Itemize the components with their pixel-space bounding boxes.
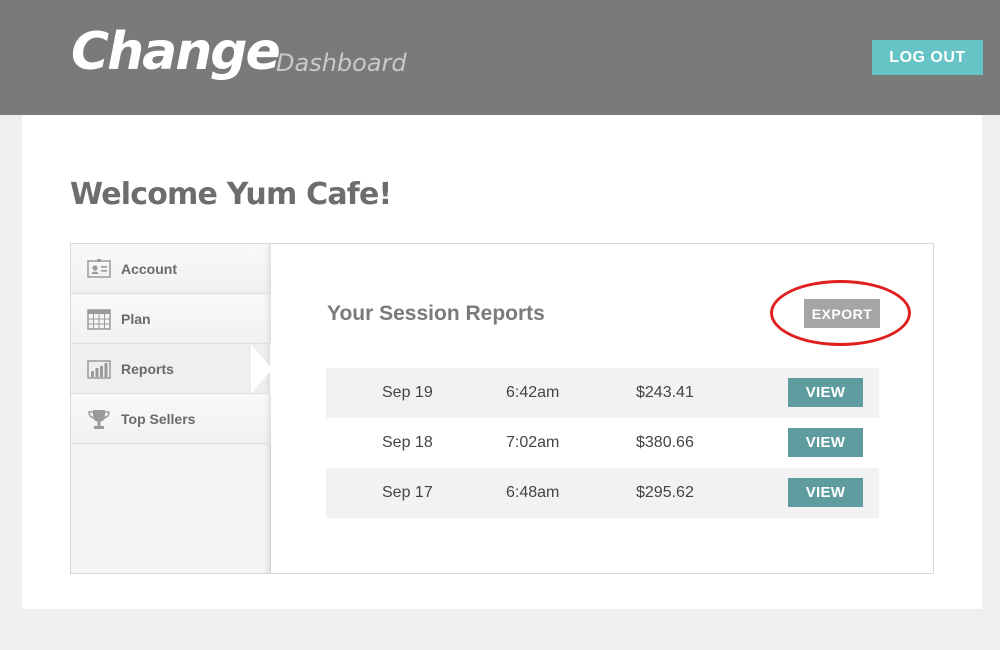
top-bar: Change Dashboard LOG OUT [0,0,1000,115]
sidebar-item-top-sellers[interactable]: Top Sellers [71,394,271,444]
sidebar-item-label: Reports [121,361,174,377]
section-title: Your Session Reports [327,302,545,325]
report-amount: $243.41 [636,384,694,401]
bar-chart-icon [87,360,111,379]
sidebar-item-label: Account [121,261,177,277]
report-amount: $380.66 [636,434,694,451]
id-card-icon [87,259,111,278]
active-tab-pointer [251,344,272,394]
table-row: Sep 18 7:02am $380.66 VIEW [326,418,879,468]
report-date: Sep 19 [382,384,433,401]
sidebar-item-label: Top Sellers [121,411,196,427]
table-row: Sep 19 6:42am $243.41 VIEW [326,368,879,418]
highlight-circle [770,280,911,346]
table-row: Sep 17 6:48am $295.62 VIEW [326,468,879,518]
sidebar-item-label: Plan [121,311,151,327]
calendar-icon [87,309,111,330]
brand-logo[interactable]: Change [71,22,281,82]
sidebar: Account Plan Reports Top Sellers [71,244,271,573]
report-date: Sep 17 [382,484,433,501]
logout-button[interactable]: LOG OUT [872,40,983,75]
view-button[interactable]: VIEW [788,478,863,507]
dashboard-panel: Account Plan Reports Top Sellers Your Se… [70,243,934,574]
view-button[interactable]: VIEW [788,378,863,407]
report-time: 7:02am [506,434,560,451]
sidebar-item-account[interactable]: Account [71,244,271,294]
active-tab-pointer-edge [270,344,272,394]
trophy-icon [88,410,110,429]
sidebar-item-plan[interactable]: Plan [71,294,271,344]
view-button[interactable]: VIEW [788,428,863,457]
report-date: Sep 18 [382,434,433,451]
report-time: 6:48am [506,484,560,501]
report-time: 6:42am [506,384,560,401]
sidebar-item-reports[interactable]: Reports [71,344,271,394]
page-subtitle: Dashboard [276,49,407,77]
page-title: Welcome Yum Cafe! [70,177,392,212]
report-amount: $295.62 [636,484,694,501]
